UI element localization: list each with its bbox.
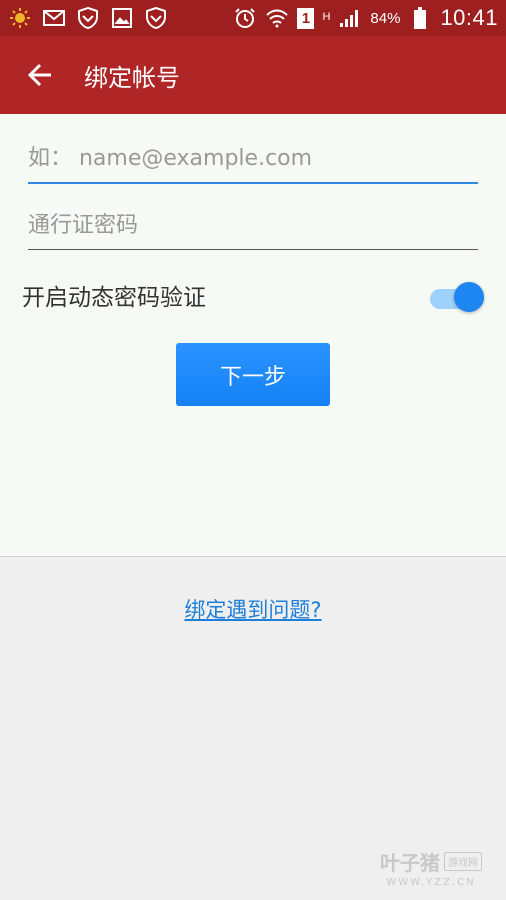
toggle-knob: [454, 282, 484, 312]
sun-icon: [8, 7, 32, 29]
network-type-label: H: [322, 11, 331, 23]
email-field[interactable]: 如： name@example.com: [28, 142, 478, 184]
watermark-url: WWW.YZZ.CN: [386, 877, 476, 888]
status-icons-left: [8, 7, 168, 29]
password-placeholder: 通行证密码: [28, 213, 139, 238]
shield-icon: [76, 7, 100, 29]
email-placeholder: 如： name@example.com: [28, 146, 313, 171]
battery-percent: 84%: [370, 9, 401, 27]
bind-account-form: 如： name@example.com 通行证密码 开启动态密码验证 下一步: [0, 114, 506, 557]
dynamic-password-row: 开启动态密码验证: [22, 274, 484, 316]
shield-icon: [144, 7, 168, 29]
next-button[interactable]: 下一步: [176, 343, 330, 406]
back-arrow-icon: [27, 63, 51, 87]
alarm-icon: [233, 7, 257, 29]
watermark: 叶子猪 游戏网 WWW.YZZ.CN: [380, 847, 482, 888]
sim-label: 1: [301, 9, 311, 27]
clock: 10:41: [440, 5, 498, 30]
app-bar: 绑定帐号: [0, 36, 506, 114]
image-icon: [110, 7, 134, 29]
help-link[interactable]: 绑定遇到问题?: [0, 594, 506, 624]
dynamic-password-label: 开启动态密码验证: [22, 285, 206, 311]
password-field[interactable]: 通行证密码: [28, 209, 478, 250]
sim-icon: 1: [297, 7, 315, 29]
wifi-icon: [265, 7, 289, 29]
page-title: 绑定帐号: [84, 63, 180, 92]
dynamic-password-toggle[interactable]: [430, 278, 484, 312]
status-bar: 1 H 84% 10:41: [0, 0, 506, 36]
watermark-name: 叶子猪: [380, 851, 440, 875]
signal-icon: [338, 7, 362, 29]
back-button[interactable]: [24, 59, 56, 91]
status-icons-right: 1 H 84% 10:41: [233, 5, 498, 31]
mail-icon: [42, 7, 66, 29]
watermark-badge: 游戏网: [444, 852, 482, 871]
battery-icon: [408, 7, 432, 29]
